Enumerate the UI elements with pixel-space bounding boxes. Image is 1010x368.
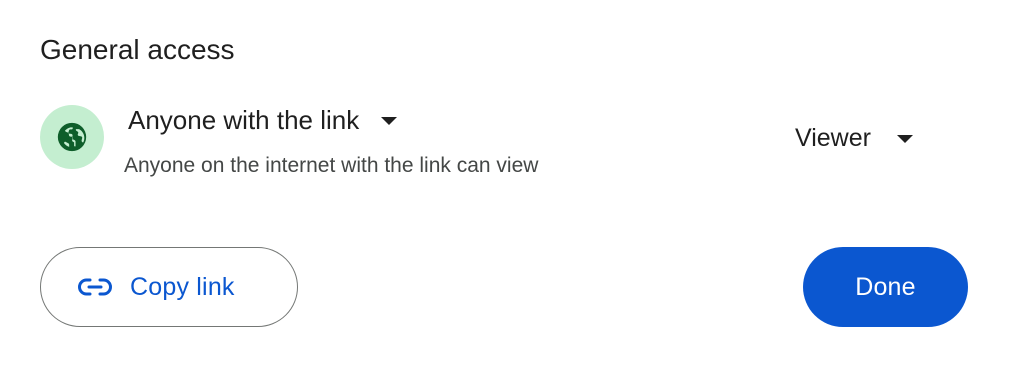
copy-link-button[interactable]: Copy link [40,247,298,327]
general-access-dropdown[interactable]: Anyone with the link [128,100,398,140]
general-access-panel: General access Anyone with the link Anyo… [0,0,1010,368]
section-title: General access [40,34,235,65]
done-label: Done [855,272,916,301]
caret-down-icon [381,117,398,125]
done-button[interactable]: Done [803,247,968,327]
general-access-description: Anyone on the internet with the link can… [124,154,539,177]
globe-icon [57,122,87,152]
general-access-selected: Anyone with the link [128,104,360,135]
role-selected: Viewer [795,123,871,152]
access-icon-badge [40,105,104,169]
role-dropdown[interactable]: Viewer [795,118,913,158]
copy-link-label: Copy link [130,272,235,301]
caret-down-icon [896,135,913,143]
link-icon [78,278,112,296]
